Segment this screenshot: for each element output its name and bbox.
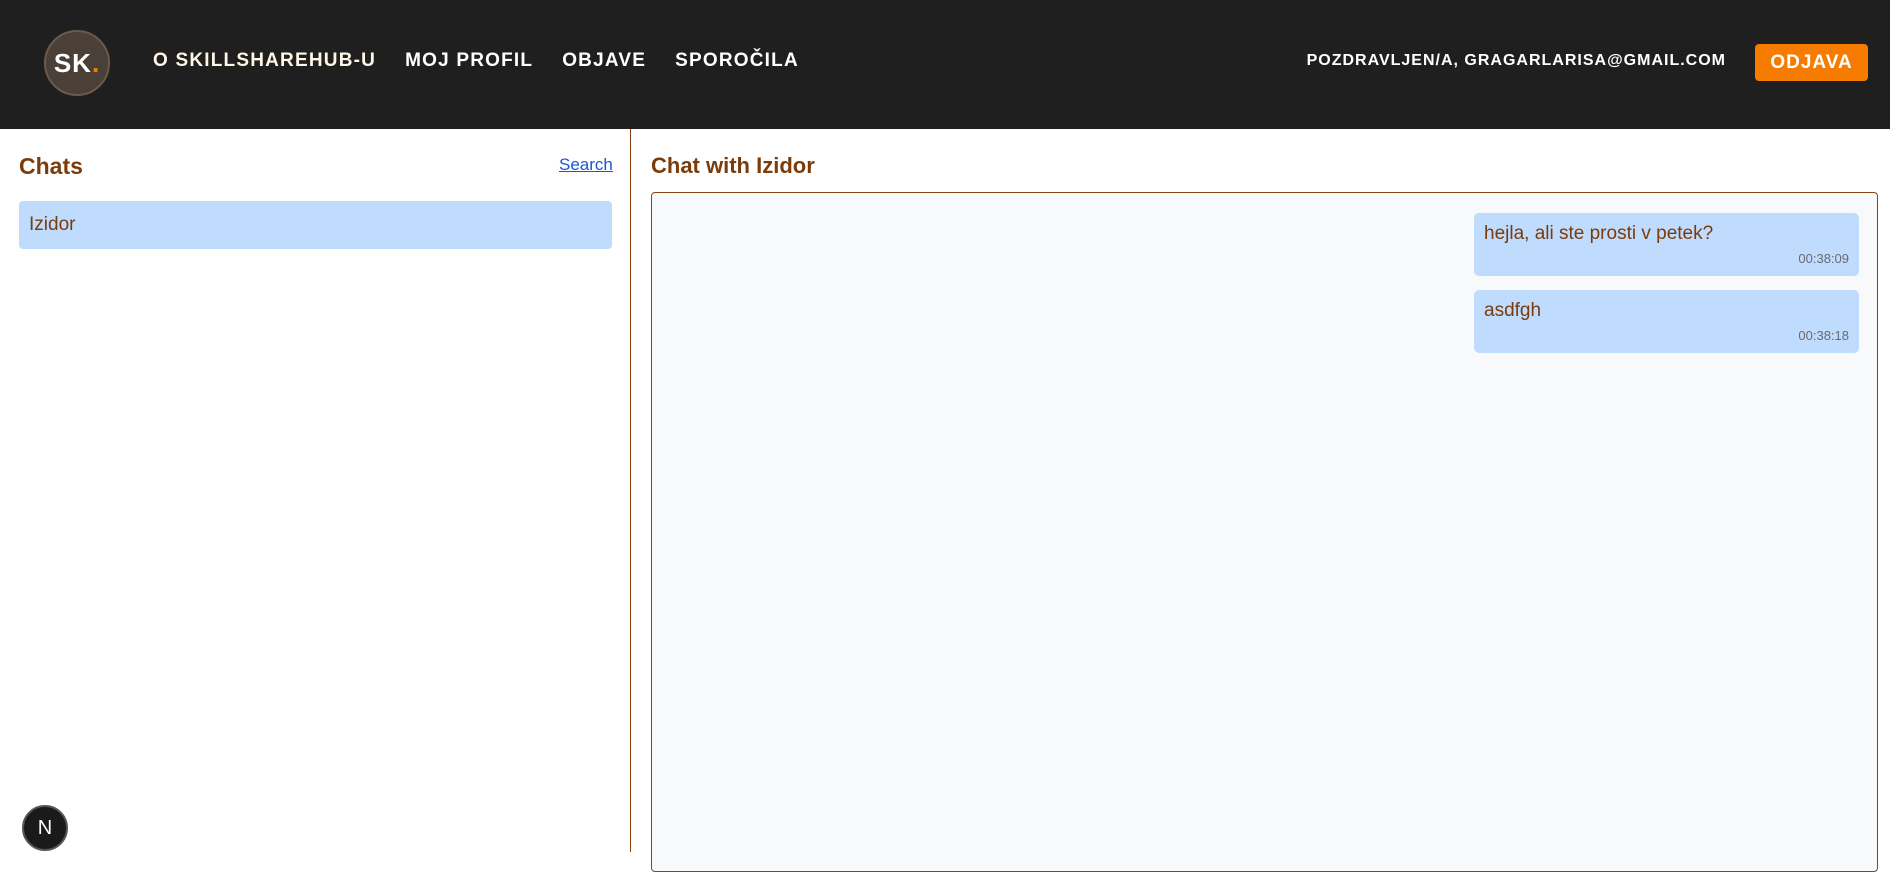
message-time: 00:38:18 [1798, 328, 1849, 343]
top-navigation-bar: SK. O SKILLSHAREHUB-U MOJ PROFIL OBJAVE … [0, 0, 1890, 129]
user-greeting: POZDRAVLJEN/A, GRAGARLARISA@GMAIL.COM [1306, 52, 1726, 69]
logout-button[interactable]: ODJAVA [1755, 44, 1868, 81]
logo-text: SK [53, 47, 92, 78]
chat-list-item[interactable]: Izidor [19, 201, 612, 249]
nav-item-messages[interactable]: SPOROČILA [675, 50, 799, 72]
chat-list-item-name: Izidor [29, 214, 76, 235]
nav-item-my-profile[interactable]: MOJ PROFIL [405, 50, 533, 72]
chat-main: Chat with Izidor hejla, ali ste prosti v… [632, 129, 1890, 872]
search-link[interactable]: Search [559, 155, 613, 175]
chats-title: Chats [19, 153, 83, 179]
logo[interactable]: SK. [44, 30, 110, 96]
message-bubble: asdfgh 00:38:18 [1474, 290, 1859, 353]
chats-sidebar: Chats Search Izidor [0, 129, 631, 852]
nav-item-about[interactable]: O SKILLSHAREHUB-U [153, 50, 376, 72]
message-text: hejla, ali ste prosti v petek? [1484, 223, 1714, 244]
chat-title: Chat with Izidor [651, 153, 815, 178]
logo-dot: . [91, 47, 101, 78]
next-logo-icon: N [37, 816, 53, 839]
message-bubble: hejla, ali ste prosti v petek? 00:38:09 [1474, 213, 1859, 276]
message-time: 00:38:09 [1798, 251, 1849, 266]
next-dev-tools-button[interactable]: N [22, 805, 68, 851]
main-nav: O SKILLSHAREHUB-U MOJ PROFIL OBJAVE SPOR… [153, 0, 828, 122]
message-text: asdfgh [1484, 300, 1542, 321]
chat-messages-panel[interactable]: hejla, ali ste prosti v petek? 00:38:09 … [651, 192, 1878, 872]
nav-item-posts[interactable]: OBJAVE [562, 50, 646, 72]
